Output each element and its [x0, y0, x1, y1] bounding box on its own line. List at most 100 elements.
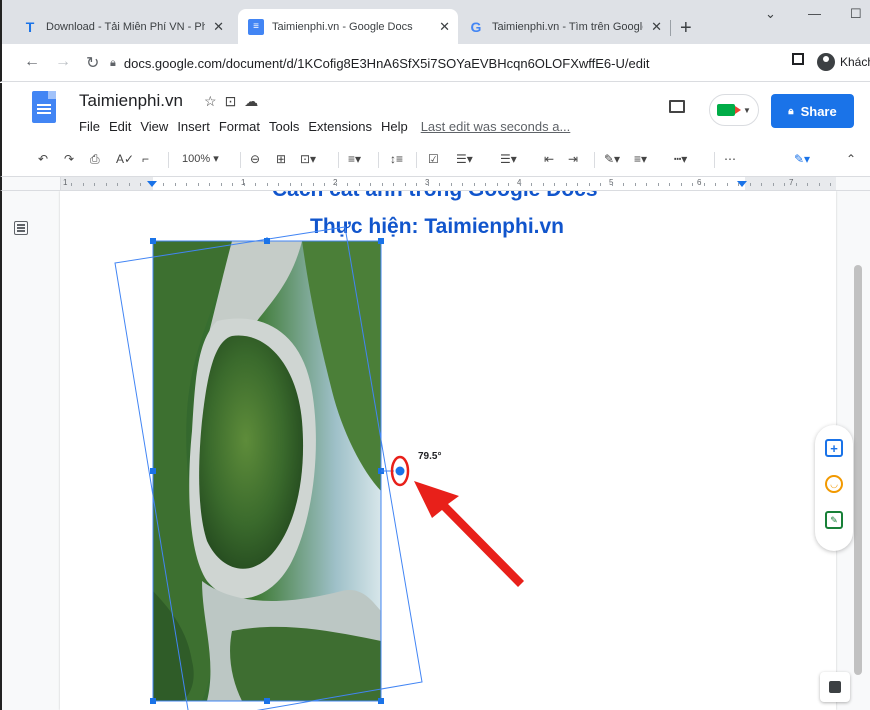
ruler-label: 7 — [789, 178, 794, 187]
ruler-tick — [807, 183, 808, 186]
new-tab-button[interactable]: + — [680, 17, 692, 40]
ruler-tick — [94, 183, 95, 186]
move-folder-icon[interactable]: ⊡ — [225, 93, 245, 109]
close-tab-icon[interactable]: ✕ — [651, 19, 662, 35]
spellcheck-icon[interactable]: A✓ — [116, 152, 134, 166]
star-icon[interactable]: ☆ — [204, 93, 225, 109]
taimienphi-favicon-icon: T — [25, 18, 35, 35]
indent-decrease-icon[interactable]: ⇤ — [544, 152, 554, 166]
ruler-tick — [71, 183, 72, 186]
maximize-button[interactable]: ☐ — [850, 6, 862, 22]
suggest-edits-icon[interactable]: ✎ — [825, 511, 843, 529]
menu-help[interactable]: Help — [381, 119, 408, 134]
bullet-list-icon[interactable]: ☰▾ — [456, 152, 473, 166]
edit-mode-icon[interactable]: ✎▾ — [794, 152, 810, 166]
menu-tools[interactable]: Tools — [269, 119, 299, 134]
comment-history-icon[interactable] — [669, 100, 685, 113]
rotate-handle-icon[interactable] — [395, 466, 405, 476]
url-text: docs.google.com/document/d/1KCofig8E3HnA… — [123, 55, 650, 71]
ruler-tick — [175, 183, 176, 186]
ruler-tick — [278, 183, 279, 186]
menu-extensions[interactable]: Extensions — [308, 119, 372, 134]
google-meet-icon — [717, 104, 742, 116]
paint-format-icon[interactable]: ⌐ — [142, 152, 149, 166]
cloud-status-icon[interactable]: ☁︎ — [244, 93, 266, 109]
back-arrow-icon[interactable]: ← — [24, 53, 40, 71]
undo-icon[interactable]: ↶ — [38, 152, 48, 166]
tab-separator — [670, 20, 671, 36]
meet-button[interactable]: ▼ — [709, 94, 759, 126]
link-icon[interactable]: ⊖ — [250, 152, 260, 166]
rotation-angle-label: 79.5° — [418, 451, 442, 462]
menu-file[interactable]: File — [79, 119, 100, 134]
border-weight-icon[interactable]: ≡▾ — [634, 152, 647, 166]
document-title[interactable]: Taimienphi.vn — [79, 91, 183, 111]
menu-format[interactable]: Format — [219, 119, 260, 134]
chevron-down-icon: ▼ — [743, 105, 751, 115]
indent-increase-icon[interactable]: ⇥ — [568, 152, 578, 166]
pen-icon[interactable]: ✎▾ — [604, 152, 620, 166]
menu-view[interactable]: View — [140, 119, 168, 134]
image-icon[interactable]: ⊡▾ — [300, 152, 316, 166]
menu-insert[interactable]: Insert — [177, 119, 210, 134]
ruler-tick — [796, 183, 797, 186]
redo-icon[interactable]: ↷ — [64, 152, 74, 166]
profile-avatar-icon — [817, 53, 835, 71]
share-button[interactable]: 🔒︎ Share — [771, 94, 854, 128]
align-icon[interactable]: ≡▾ — [348, 152, 361, 166]
ruler-tick — [566, 183, 567, 186]
ruler-tick — [198, 183, 199, 186]
ruler-tick — [819, 183, 820, 186]
vertical-scrollbar[interactable] — [854, 265, 862, 675]
tab-view-icon[interactable] — [792, 53, 804, 65]
profile-button[interactable]: Khách — [817, 53, 870, 71]
line-spacing-icon[interactable]: ↕≡ — [390, 152, 403, 166]
close-tab-icon[interactable]: ✕ — [439, 19, 450, 35]
ruler-tick — [508, 183, 509, 186]
ruler-tick — [623, 183, 624, 186]
ruler-tick — [784, 183, 785, 186]
ruler-tick — [485, 183, 486, 186]
emoji-reaction-icon[interactable]: ◡ — [825, 475, 843, 493]
right-indent-marker[interactable] — [737, 181, 747, 187]
add-comment-icon[interactable]: + — [825, 439, 843, 457]
address-bar[interactable]: 🔒︎ docs.google.com/document/d/1KCofig8E3… — [110, 50, 770, 76]
ruler-tick — [255, 183, 256, 186]
ruler-tick — [324, 183, 325, 186]
ruler: 1 1 2 3 4 5 6 7 — [0, 177, 870, 191]
ruler-tick — [704, 183, 705, 186]
ruler-tick — [669, 183, 670, 186]
minimize-button[interactable]: — — [808, 6, 821, 21]
left-indent-marker[interactable] — [147, 181, 157, 187]
checklist-icon[interactable]: ☑︎ — [428, 152, 439, 166]
ruler-tick — [359, 183, 360, 186]
ruler-tick — [692, 183, 693, 186]
ruler-tick — [474, 183, 475, 186]
reload-icon[interactable]: ↻ — [86, 53, 99, 73]
print-icon[interactable]: ⎙ — [90, 152, 100, 167]
collapse-icon[interactable]: ⌃ — [846, 152, 856, 166]
menu-edit[interactable]: Edit — [109, 119, 131, 134]
ruler-tick — [221, 183, 222, 186]
tab-search-icon[interactable]: ⌄ — [765, 6, 776, 22]
landscape-image[interactable] — [153, 241, 381, 701]
numbered-list-icon[interactable]: ☰▾ — [500, 152, 517, 166]
ruler-tick — [232, 183, 233, 186]
ruler-label: 6 — [697, 178, 702, 187]
forward-arrow-icon[interactable]: → — [55, 53, 71, 71]
zoom-select[interactable]: 100% ▾ — [182, 152, 219, 165]
last-edit-link[interactable]: Last edit was seconds a... — [421, 119, 571, 134]
more-icon[interactable]: ⋯ — [724, 152, 736, 166]
ruler-tick — [370, 183, 371, 186]
explore-button[interactable] — [820, 672, 850, 702]
comment-add-icon[interactable]: ⊞ — [276, 152, 286, 166]
google-docs-logo-icon[interactable] — [32, 91, 56, 123]
side-actions-panel: + ◡ ✎ — [815, 425, 853, 551]
ruler-tick — [393, 183, 394, 186]
tab-google-docs[interactable]: ≡ Taimienphi.vn - Google Docs ✕ — [238, 9, 458, 44]
tab-google-search[interactable]: G Taimienphi.vn - Tìm trên Google ✕ — [458, 9, 670, 44]
tab-download[interactable]: T Download - Tải Miễn Phí VN - Ph ✕ — [12, 9, 232, 44]
ruler-tick — [347, 183, 348, 186]
close-tab-icon[interactable]: ✕ — [213, 19, 224, 35]
border-dash-icon[interactable]: ┅▾ — [674, 152, 687, 166]
